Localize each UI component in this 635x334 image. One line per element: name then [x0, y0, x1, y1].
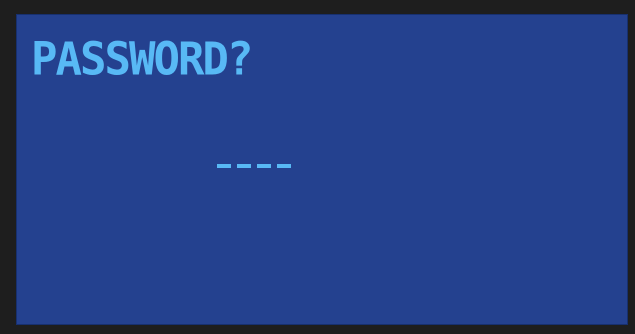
code-slot-1	[217, 164, 231, 168]
lcd-bezel: PASSWORD?	[0, 0, 635, 334]
code-slot-2	[237, 164, 251, 168]
lcd-screen: PASSWORD?	[16, 14, 628, 325]
password-entry	[217, 164, 291, 168]
code-slot-4	[277, 164, 291, 168]
code-slot-3	[257, 164, 271, 168]
password-prompt: PASSWORD?	[31, 33, 253, 87]
